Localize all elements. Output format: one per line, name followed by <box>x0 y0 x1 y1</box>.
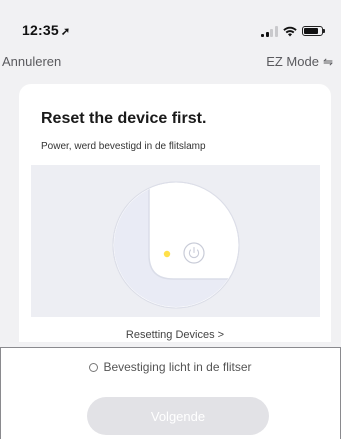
time-text: 12:35 <box>22 22 59 38</box>
status-bar: 12:35 ➚ <box>0 0 341 44</box>
bottom-sheet: Bevestiging licht in de flitser Volgende <box>0 347 341 439</box>
battery-icon <box>302 26 325 36</box>
card-subtitle: Power, werd bevestigd in de flitslamp <box>41 141 206 152</box>
radio-icon <box>89 363 99 372</box>
location-icon: ➚ <box>60 26 71 38</box>
device-illustration <box>31 165 320 317</box>
cancel-button[interactable]: Annuleren <box>2 54 61 69</box>
confirm-checkbox[interactable]: Bevestiging licht in de flitser <box>1 360 340 374</box>
ez-mode-button[interactable]: EZ Mode ⇋ <box>266 54 333 69</box>
signal-icon <box>261 25 278 37</box>
nav-bar: Annuleren EZ Mode ⇋ <box>0 48 341 74</box>
status-icons <box>261 25 325 37</box>
confirm-label: Bevestiging licht in de flitser <box>103 360 252 374</box>
card-title: Reset the device first. <box>41 110 207 127</box>
resetting-devices-link[interactable]: Resetting Devices > <box>19 329 331 341</box>
reset-card: Reset the device first. Power, werd beve… <box>19 84 331 342</box>
next-button[interactable]: Volgende <box>87 397 269 435</box>
reset-device-icon <box>31 165 320 317</box>
wifi-icon <box>283 26 297 36</box>
ez-mode-label: EZ Mode <box>266 54 319 69</box>
swap-icon: ⇋ <box>322 54 333 69</box>
app-screen: 12:35 ➚ Annuleren EZ Mode ⇋ Reset the dev… <box>0 0 341 439</box>
status-time: 12:35 ➚ <box>22 22 70 38</box>
